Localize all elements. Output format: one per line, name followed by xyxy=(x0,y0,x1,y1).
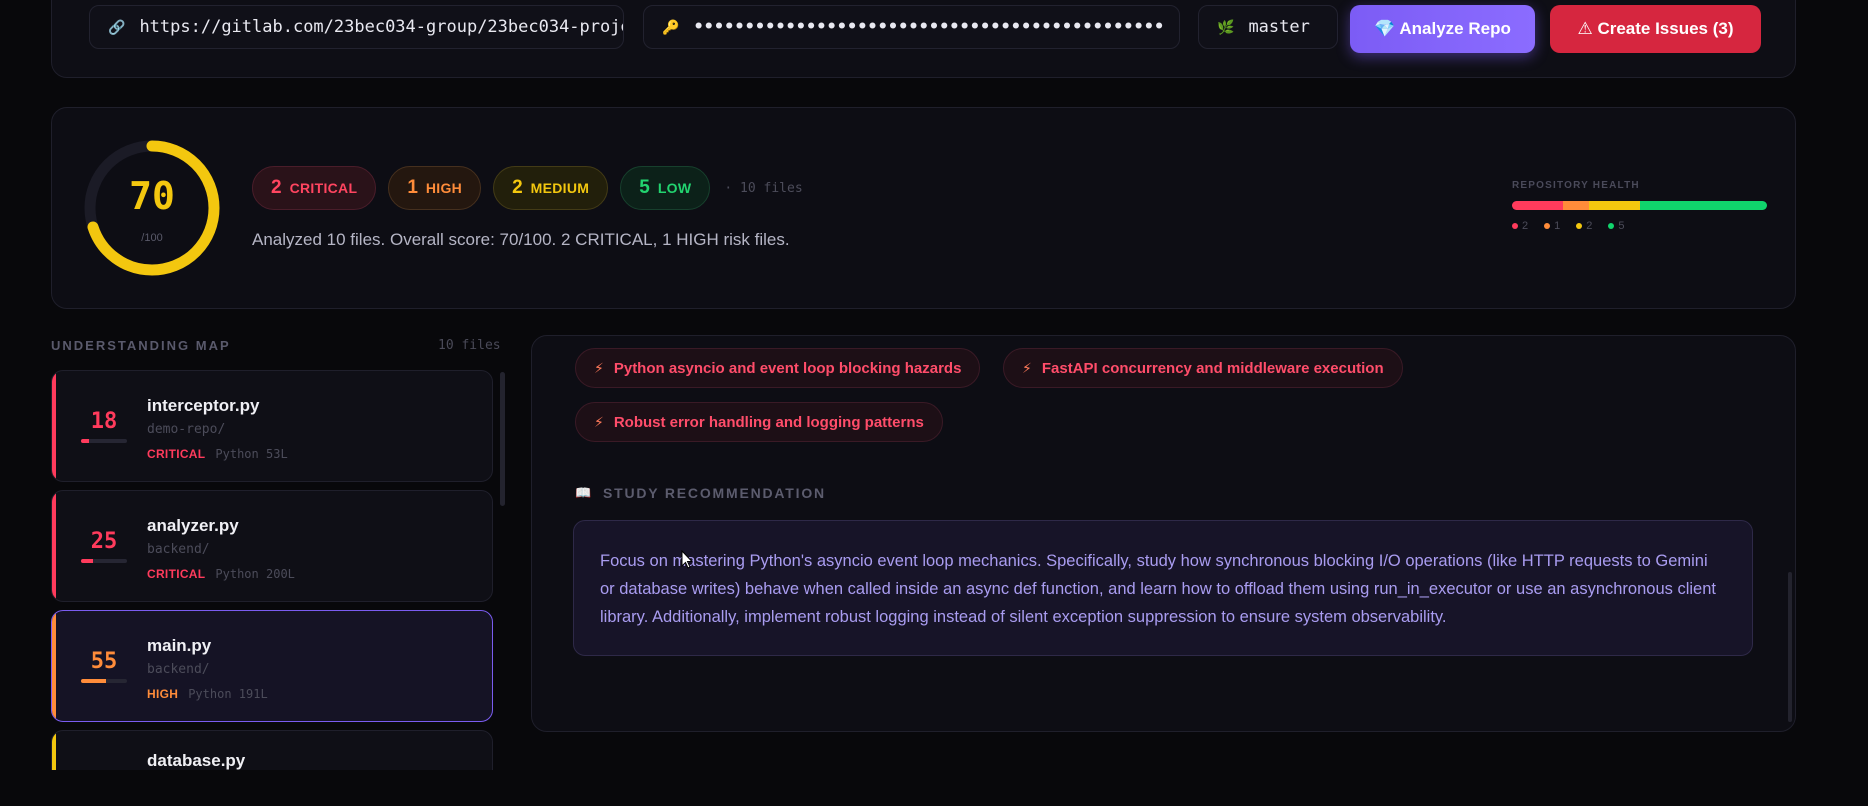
lightning-icon: ⚡ xyxy=(594,413,604,430)
risk-pills: 2 CRITICAL 1 HIGH 2 MEDIUM 5 LOW · 10 fi… xyxy=(252,166,803,210)
file-detail-panel: ⚡ Python asyncio and event loop blocking… xyxy=(531,335,1796,732)
access-token-input[interactable]: 🔑 ••••••••••••••••••••••••••••••••••••••… xyxy=(643,5,1180,49)
health-legend-item: 2 xyxy=(1576,220,1592,232)
lightning-icon: ⚡ xyxy=(594,359,604,376)
study-recommendation-label: STUDY RECOMMENDATION xyxy=(603,485,826,501)
file-score-fill xyxy=(81,439,90,443)
file-list[interactable]: 18 interceptor.py demo-repo/CRITICAL Python… xyxy=(51,370,493,770)
health-segment xyxy=(1588,201,1640,210)
link-icon: 🔗 xyxy=(108,18,126,35)
study-recommendation-title: 📖 STUDY RECOMMENDATION xyxy=(575,485,826,501)
legend-count: 2 xyxy=(1586,220,1593,232)
topic-tag-label: Robust error handling and logging patter… xyxy=(613,413,924,431)
health-legend-item: 5 xyxy=(1608,220,1625,232)
high-count: 1 xyxy=(407,177,418,198)
score-max: /100 xyxy=(141,232,163,244)
file-lang: Python 53L xyxy=(215,447,288,461)
analyze-repo-button[interactable]: 💎 Analyze Repo xyxy=(1350,5,1535,53)
lightning-icon: ⚡ xyxy=(1022,359,1032,376)
file-lang: Python 191L xyxy=(188,687,268,701)
legend-dot xyxy=(1544,223,1551,229)
analysis-summary: 70 /100 2 CRITICAL 1 HIGH 2 MEDIUM 5 LOW… xyxy=(51,107,1796,309)
health-legend-item: 2 xyxy=(1512,220,1528,232)
file-score: 55 xyxy=(90,649,118,674)
access-token-value: ••••••••••••••••••••••••••••••••••••••••… xyxy=(693,17,1165,37)
medium-label: MEDIUM xyxy=(530,180,590,196)
file-name: analyzer.py xyxy=(147,516,239,535)
topic-tag[interactable]: ⚡ FastAPI concurrency and middleware exe… xyxy=(1003,348,1403,388)
legend-dot xyxy=(1608,223,1615,229)
critical-pill[interactable]: 2 CRITICAL xyxy=(252,166,377,210)
file-list-scrollbar[interactable] xyxy=(500,372,505,506)
file-card[interactable]: database.py xyxy=(51,730,493,770)
file-card[interactable]: 55 main.py backend/HIGH Python 191L xyxy=(51,610,493,722)
legend-count: 5 xyxy=(1618,220,1625,232)
key-icon: 🔑 xyxy=(662,18,680,35)
topic-tag[interactable]: ⚡ Python asyncio and event loop blocking… xyxy=(575,348,981,388)
file-meta: HIGH Python 191L xyxy=(147,687,268,701)
legend-count: 2 xyxy=(1522,220,1529,232)
file-score: 18 xyxy=(90,409,118,434)
understanding-map-title: UNDERSTANDING MAP xyxy=(51,338,231,353)
mouse-cursor-icon xyxy=(681,550,693,569)
file-score-bar xyxy=(81,559,127,563)
branch-value: master xyxy=(1248,17,1310,37)
legend-dot xyxy=(1512,223,1518,229)
critical-label: CRITICAL xyxy=(289,180,358,196)
legend-count: 1 xyxy=(1554,220,1561,232)
file-risk: CRITICAL xyxy=(147,447,206,461)
file-card[interactable]: 18 interceptor.py demo-repo/CRITICAL Python… xyxy=(51,370,493,482)
file-card[interactable]: 25 analyzer.py backend/CRITICAL Python 200L xyxy=(51,490,493,602)
low-label: LOW xyxy=(657,180,692,196)
low-pill[interactable]: 5 LOW xyxy=(620,166,711,210)
branch-icon: 🌿 xyxy=(1217,18,1235,35)
low-count: 5 xyxy=(639,177,650,198)
file-meta: CRITICAL Python 200L xyxy=(147,567,295,581)
file-lang: Python 200L xyxy=(215,567,295,581)
understanding-map-count: 10 files xyxy=(438,338,501,353)
topic-tag[interactable]: ⚡ Robust error handling and logging patt… xyxy=(575,402,943,442)
overall-score: 70 xyxy=(129,174,175,218)
create-issues-button[interactable]: ⚠ Create Issues (3) xyxy=(1550,5,1761,53)
file-score-fill xyxy=(81,559,93,563)
health-segment xyxy=(1512,201,1563,210)
health-segment xyxy=(1563,201,1589,210)
file-path: demo-repo/ xyxy=(147,422,226,437)
health-legend: 2 1 2 5 xyxy=(1512,220,1767,232)
repo-toolbar: 🔗 https://gitlab.com/23bec034-group/23be… xyxy=(51,0,1796,78)
detail-scrollbar[interactable] xyxy=(1788,572,1792,722)
high-label: HIGH xyxy=(425,180,463,196)
health-legend-item: 1 xyxy=(1544,220,1560,232)
file-path: backend/ xyxy=(147,542,210,557)
file-score-fill xyxy=(81,679,107,683)
file-risk: CRITICAL xyxy=(147,567,206,581)
health-segment xyxy=(1639,201,1767,210)
file-risk: HIGH xyxy=(147,687,179,701)
health-label: REPOSITORY HEALTH xyxy=(1512,180,1640,191)
file-name: main.py xyxy=(147,636,212,655)
legend-dot xyxy=(1576,223,1583,229)
file-score-bar xyxy=(81,439,127,443)
file-score-bar xyxy=(81,679,127,683)
file-meta: CRITICAL Python 53L xyxy=(147,447,288,461)
file-name: database.py xyxy=(147,751,246,770)
study-recommendation-text: Focus on mastering Python's asyncio even… xyxy=(573,520,1753,656)
book-icon: 📖 xyxy=(575,485,593,500)
summary-text: Analyzed 10 files. Overall score: 70/100… xyxy=(252,230,790,249)
branch-input[interactable]: 🌿 master xyxy=(1198,5,1338,49)
file-score: 25 xyxy=(90,529,118,554)
topic-tag-label: FastAPI concurrency and middleware execu… xyxy=(1041,359,1384,377)
files-count: · 10 files xyxy=(724,180,803,196)
topic-tag-label: Python asyncio and event loop blocking h… xyxy=(613,359,962,377)
repository-health: REPOSITORY HEALTH 2 1 2 5 xyxy=(1512,180,1767,232)
file-name: interceptor.py xyxy=(147,396,260,415)
repo-url-value: https://gitlab.com/23bec034-group/23bec0… xyxy=(139,17,624,37)
file-path: backend/ xyxy=(147,662,210,677)
health-bar xyxy=(1512,201,1767,210)
high-pill[interactable]: 1 HIGH xyxy=(388,166,482,210)
critical-count: 2 xyxy=(271,177,282,198)
medium-count: 2 xyxy=(512,177,523,198)
medium-pill[interactable]: 2 MEDIUM xyxy=(493,166,609,210)
repo-url-input[interactable]: 🔗 https://gitlab.com/23bec034-group/23be… xyxy=(89,5,624,49)
